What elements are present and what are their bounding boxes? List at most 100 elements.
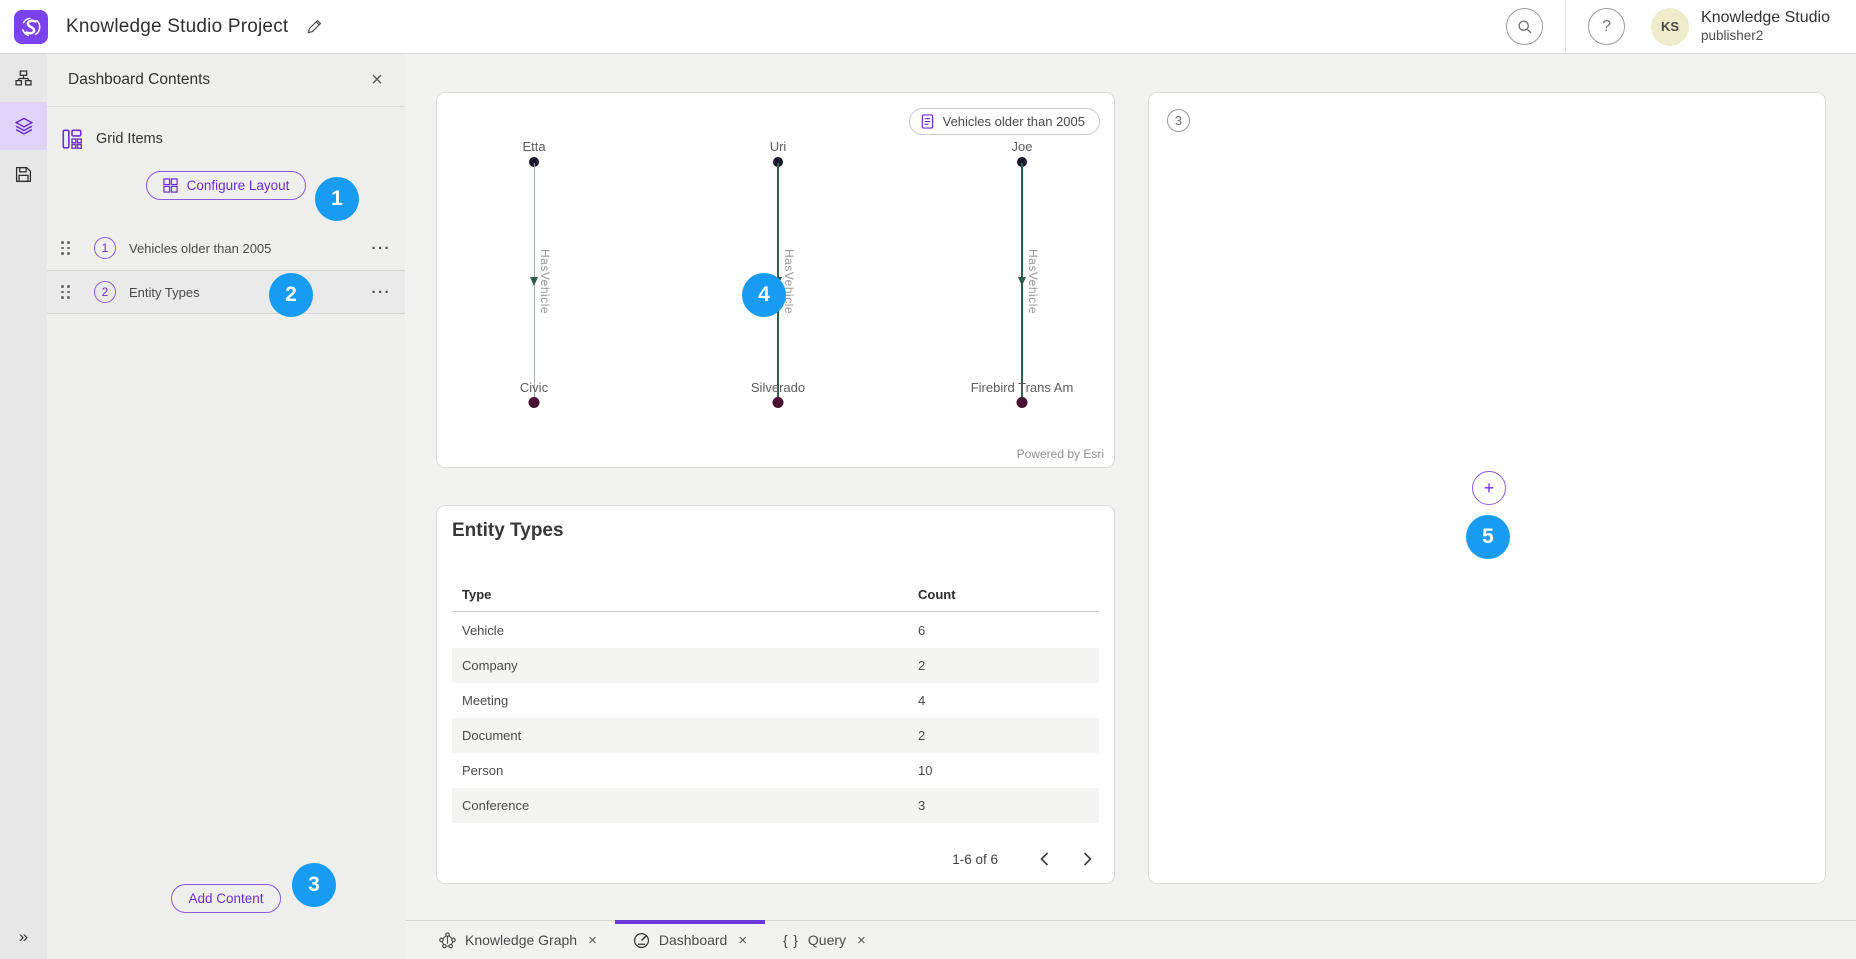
cell-count: 10 (918, 763, 932, 778)
user-avatar[interactable]: KS (1651, 8, 1689, 46)
previous-page-button[interactable] (1036, 848, 1053, 870)
vehicle-node[interactable] (529, 397, 540, 408)
cell-count: 6 (918, 623, 925, 638)
search-icon (1517, 19, 1533, 35)
callout-badge-5: 5 (1466, 515, 1510, 559)
grid-items-label: Grid Items (96, 131, 163, 147)
dashboard-canvas: Vehicles older than 2005 Etta HasVehicle… (405, 54, 1856, 920)
item-number-badge: 2 (94, 281, 116, 303)
callout-badge-4: 4 (742, 273, 786, 317)
cell-type: Vehicle (462, 623, 504, 638)
configure-layout-button[interactable]: Configure Layout (146, 171, 307, 200)
edge-label: HasVehicle (538, 249, 552, 314)
knowledge-studio-logo-icon (14, 10, 48, 44)
graph-column-joe: Joe HasVehicle Firebird Trans Am (942, 93, 1102, 467)
pagination-range: 1-6 of 6 (952, 852, 998, 867)
vehicle-node[interactable] (1017, 397, 1028, 408)
save-rail-button[interactable] (0, 150, 47, 198)
table-body: Vehicle 6 Company 2 Meeting 4 Document 2… (452, 613, 1099, 823)
entity-node-label: Etta (454, 139, 614, 154)
cell-type: Person (462, 763, 503, 778)
plus-icon: + (1484, 478, 1495, 499)
item-options-button[interactable]: ··· (372, 240, 392, 257)
left-icon-rail: » (0, 54, 47, 959)
drag-handle-icon[interactable] (61, 241, 70, 255)
cell-type: Company (462, 658, 518, 673)
close-icon: × (371, 69, 383, 91)
search-button[interactable] (1506, 8, 1543, 45)
grid-item-entity-types[interactable]: 2 Entity Types ··· (47, 270, 405, 314)
cell-count: 3 (918, 798, 925, 813)
item-number-badge: 1 (94, 237, 116, 259)
close-panel-button[interactable]: × (361, 64, 393, 96)
cell-count: 2 (918, 728, 925, 743)
chevron-left-icon (1040, 852, 1049, 866)
table-row[interactable]: Company 2 (452, 648, 1099, 683)
configure-layout-label: Configure Layout (187, 178, 290, 193)
edge-label: HasVehicle (782, 249, 796, 314)
user-name: Knowledge Studio (1701, 8, 1830, 28)
table-row[interactable]: Document 2 (452, 718, 1099, 753)
add-widget-button[interactable]: + (1472, 471, 1506, 505)
contents-rail-button[interactable] (0, 102, 47, 150)
chevron-right-icon (1083, 852, 1092, 866)
table-row[interactable]: Person 10 (452, 753, 1099, 788)
entity-node-label: Uri (698, 139, 858, 154)
close-tab-icon[interactable]: × (857, 932, 866, 949)
slot-number-badge: 3 (1167, 109, 1190, 132)
drag-handle-icon[interactable] (61, 285, 70, 299)
entity-types-widget[interactable]: Entity Types Type Count Vehicle 6 Compan… (436, 505, 1115, 884)
edge-arrow-icon (1018, 277, 1026, 286)
close-tab-icon[interactable]: × (588, 932, 597, 949)
empty-grid-slot[interactable]: 3 + (1148, 92, 1826, 884)
data-model-rail-button[interactable] (0, 54, 47, 102)
next-page-button[interactable] (1079, 848, 1096, 870)
edit-title-button[interactable] (306, 18, 323, 35)
cell-type: Meeting (462, 693, 508, 708)
add-content-row: Add Content (47, 884, 405, 913)
entity-node-label: Joe (942, 139, 1102, 154)
panel-header: Dashboard Contents × (47, 54, 405, 107)
close-tab-icon[interactable]: × (738, 932, 747, 949)
header-divider (1565, 0, 1566, 54)
table-title: Entity Types (452, 520, 1114, 542)
help-icon: ? (1602, 18, 1611, 36)
table-header-row: Type Count (452, 578, 1099, 612)
entity-node-label: Firebird Trans Am (942, 380, 1102, 395)
grid-items-icon (62, 129, 82, 149)
expand-panel-button[interactable]: » (0, 915, 47, 959)
tab-dashboard[interactable]: Dashboard × (615, 921, 765, 959)
edge-label: HasVehicle (1026, 249, 1040, 314)
table-row[interactable]: Vehicle 6 (452, 613, 1099, 648)
grid-item-label: Vehicles older than 2005 (129, 241, 271, 256)
cell-type: Document (462, 728, 521, 743)
esri-attribution: Powered by Esri (1017, 447, 1104, 461)
vehicle-node[interactable] (773, 397, 784, 408)
table-pagination: 1-6 of 6 (952, 848, 1096, 870)
entity-node-label: Civic (454, 380, 614, 395)
table-row[interactable]: Meeting 4 (452, 683, 1099, 718)
add-content-button[interactable]: Add Content (171, 884, 280, 913)
item-options-button[interactable]: ··· (372, 284, 392, 301)
tab-label: Query (808, 932, 846, 948)
app-header: Knowledge Studio Project ? KS Knowledge … (0, 0, 1856, 54)
ellipsis-icon: ··· (372, 240, 392, 257)
add-content-label: Add Content (188, 891, 263, 906)
pencil-icon (306, 18, 323, 35)
dashboard-gauge-icon (633, 932, 650, 949)
rail-spacer (0, 198, 47, 915)
view-tabs: Knowledge Graph × Dashboard × { } Query … (405, 920, 1856, 959)
user-meta: Knowledge Studio publisher2 (1701, 8, 1830, 45)
grid-item-vehicles[interactable]: 1 Vehicles older than 2005 ··· (47, 226, 405, 270)
user-role: publisher2 (1701, 28, 1830, 45)
org-chart-icon (15, 70, 32, 87)
table-row[interactable]: Conference 3 (452, 788, 1099, 823)
help-button[interactable]: ? (1588, 8, 1625, 45)
save-icon (15, 166, 32, 183)
tab-query[interactable]: { } Query × (765, 921, 884, 959)
column-header-type: Type (462, 587, 491, 602)
project-title: Knowledge Studio Project (66, 16, 288, 38)
tab-knowledge-graph[interactable]: Knowledge Graph × (421, 921, 615, 959)
column-header-count: Count (918, 587, 956, 602)
callout-badge-3: 3 (292, 863, 336, 907)
